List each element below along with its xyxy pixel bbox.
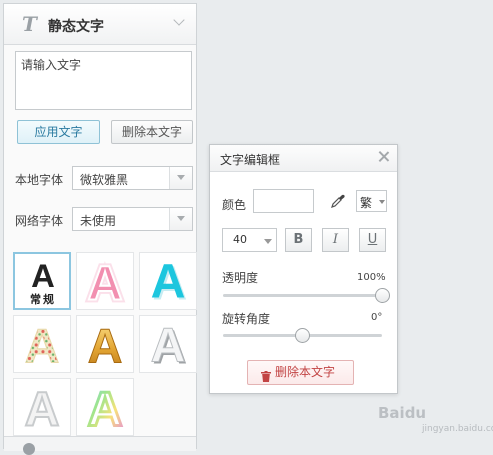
script-value: 繁 bbox=[360, 196, 373, 210]
delete-button-label: 删除本文字 bbox=[275, 365, 336, 379]
underline-button[interactable]: U bbox=[359, 228, 386, 252]
watermark-text: Baidu bbox=[378, 404, 427, 422]
style-tile-pink-glow[interactable]: A A bbox=[76, 252, 134, 310]
eyedropper-icon[interactable] bbox=[330, 193, 346, 209]
style-sample: A bbox=[25, 319, 60, 372]
chevron-down-icon bbox=[169, 208, 192, 230]
text-panel: T 静态文字 请输入文字 应用文字 删除本文字 本地字体 微软雅黑 网络字体 未… bbox=[3, 3, 197, 455]
apply-text-button[interactable]: 应用文字 bbox=[17, 120, 100, 144]
font-size-value: 40 bbox=[233, 233, 247, 246]
style-tile-rainbow[interactable]: A bbox=[76, 378, 134, 436]
style-sample: A bbox=[151, 318, 186, 372]
panel-title: 静态文字 bbox=[48, 19, 104, 35]
close-icon[interactable] bbox=[377, 150, 391, 164]
trash-icon bbox=[261, 367, 271, 382]
opacity-label: 透明度 bbox=[222, 271, 259, 285]
style-sample: A bbox=[31, 257, 55, 294]
style-sample: A bbox=[151, 254, 186, 308]
watermark-sub: jingyan.baidu.com bbox=[422, 424, 493, 434]
silver-a-icon: A A bbox=[150, 318, 187, 372]
style-caption: 常规 bbox=[30, 293, 56, 306]
gold-a-icon: A bbox=[87, 319, 123, 372]
local-font-label: 本地字体 bbox=[15, 173, 64, 187]
chevron-down-icon bbox=[169, 167, 192, 189]
style-tile-outline-gray[interactable]: A bbox=[13, 378, 71, 436]
color-input[interactable] bbox=[253, 189, 314, 213]
web-font-select[interactable]: 未使用 bbox=[72, 207, 193, 231]
traditional-chinese-select[interactable]: 繁 bbox=[356, 190, 387, 212]
rotation-slider-thumb[interactable] bbox=[295, 328, 310, 343]
font-size-select[interactable]: 40 bbox=[222, 228, 277, 252]
web-font-label: 网络字体 bbox=[15, 214, 64, 228]
style-sample: A bbox=[88, 256, 123, 309]
rainbow-a-icon: A bbox=[86, 381, 124, 435]
pink-glow-a-icon: A A bbox=[85, 253, 126, 309]
panel-header: T 静态文字 bbox=[4, 4, 196, 45]
opacity-slider-thumb[interactable] bbox=[374, 288, 390, 303]
style-tile-cyan[interactable]: A A bbox=[139, 252, 197, 310]
chevron-down-icon[interactable] bbox=[172, 14, 188, 30]
color-label: 颜色 bbox=[222, 198, 247, 212]
polka-a-icon: A bbox=[24, 319, 60, 372]
rotation-value: 0° bbox=[371, 312, 383, 323]
style-tile-regular[interactable]: A 常规 bbox=[13, 252, 71, 310]
style-sample: A bbox=[88, 319, 123, 372]
rotation-label: 旋转角度 bbox=[222, 312, 271, 326]
caret-down-icon bbox=[379, 200, 385, 204]
opacity-value: 100% bbox=[357, 272, 386, 283]
web-font-value: 未使用 bbox=[80, 214, 117, 228]
style-sample: A bbox=[88, 382, 123, 435]
caret-down-icon bbox=[264, 239, 272, 244]
opacity-slider-track[interactable] bbox=[223, 294, 382, 297]
bold-button[interactable]: B bbox=[285, 228, 312, 252]
local-font-select[interactable]: 微软雅黑 bbox=[72, 166, 193, 190]
section-icon bbox=[23, 443, 35, 455]
dialog-header: 文字编辑框 bbox=[210, 145, 397, 172]
dialog-title: 文字编辑框 bbox=[220, 153, 281, 167]
cyan-a-icon: A A bbox=[151, 254, 188, 309]
style-tile-gold[interactable]: A bbox=[76, 315, 134, 373]
delete-text-button[interactable]: 删除本文字 bbox=[111, 120, 193, 144]
style-sample: A bbox=[25, 382, 60, 435]
local-font-value: 微软雅黑 bbox=[80, 173, 129, 187]
style-tile-silver[interactable]: A A bbox=[139, 315, 197, 373]
style-tile-polka[interactable]: A bbox=[13, 315, 71, 373]
baidu-watermark: Baidu jingyan.baidu.com bbox=[378, 398, 493, 442]
outline-gray-a-icon: A bbox=[24, 381, 61, 435]
italic-button[interactable]: I bbox=[322, 228, 349, 252]
text-type-icon: T bbox=[22, 12, 37, 36]
text-content-input[interactable]: 请输入文字 bbox=[15, 51, 192, 110]
delete-text-button[interactable]: 删除本文字 bbox=[247, 360, 354, 385]
text-edit-dialog: 文字编辑框 颜色 繁 40 B I U 透明度 100% 旋转角度 0° 删除本… bbox=[209, 144, 398, 394]
